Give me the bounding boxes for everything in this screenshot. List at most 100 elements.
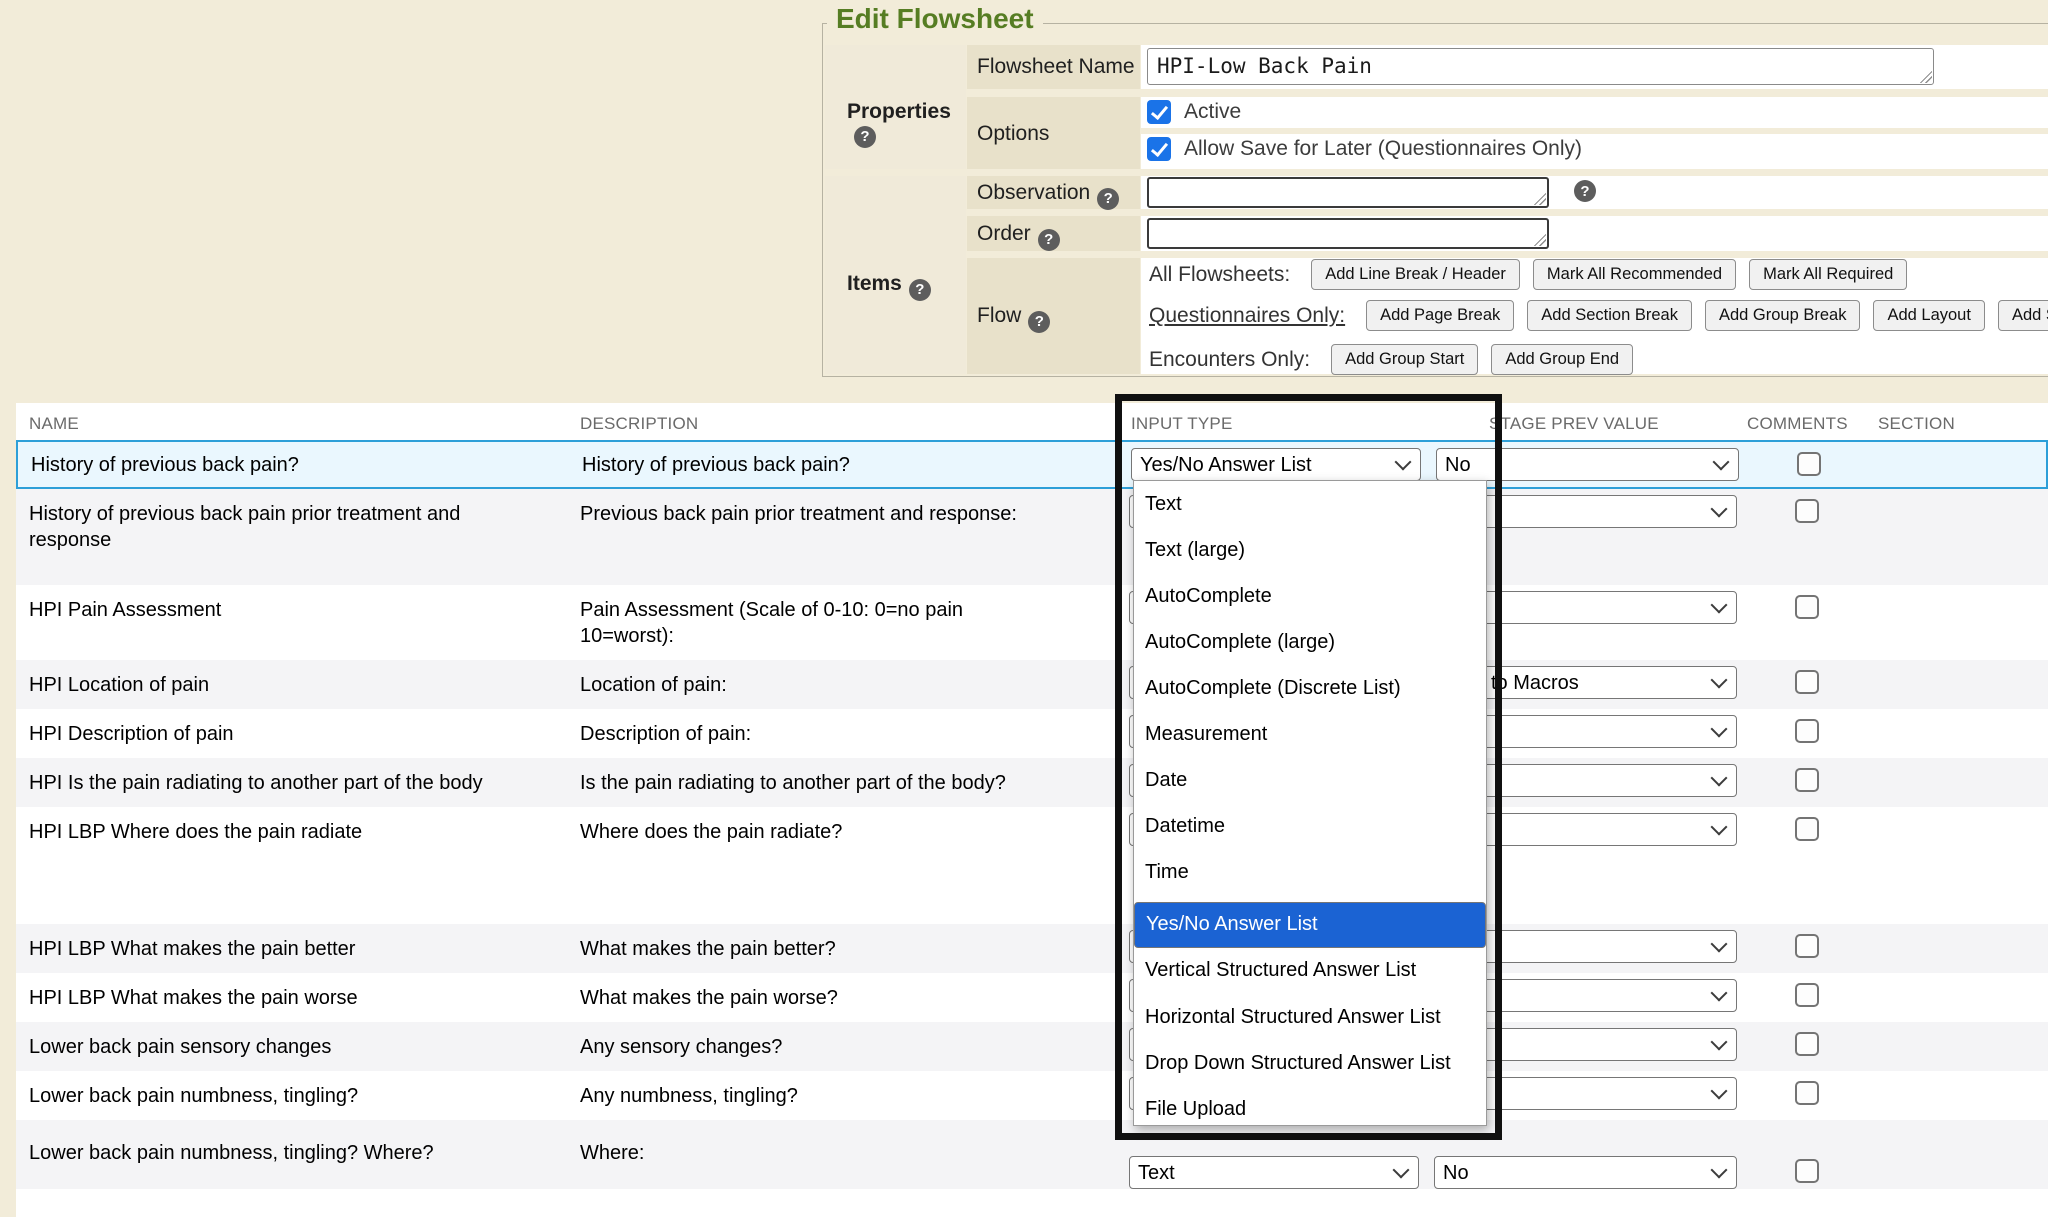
flow-action-button[interactable]: Add Group Break — [1705, 300, 1861, 331]
flow-group-label: All Flowsheets: — [1149, 263, 1290, 287]
table-row[interactable]: History of previous back pain prior trea… — [16, 489, 2048, 585]
section-cell — [1870, 758, 2048, 807]
item-name: HPI LBP Where does the pain radiate — [16, 807, 570, 924]
item-description: What makes the pain worse? — [570, 973, 1120, 1022]
column-header: NAME — [16, 403, 570, 440]
items-table: NAMEDESCRIPTIONINPUT TYPESTAGE PREV VALU… — [16, 403, 2048, 1217]
comments-checkbox[interactable] — [1795, 499, 1819, 523]
stage-prev-value-select[interactable]: No — [1434, 1156, 1737, 1189]
comments-checkbox[interactable] — [1795, 817, 1819, 841]
flow-group-label: Questionnaires Only: — [1149, 304, 1345, 328]
item-description: Previous back pain prior treatment and r… — [570, 489, 1120, 585]
chevron-down-icon — [1711, 501, 1728, 518]
flow-action-button[interactable]: Add Scriptlet — [1998, 300, 2048, 331]
item-description: Any numbness, tingling? — [570, 1071, 1120, 1120]
flow-action-button[interactable]: Add Group Start — [1331, 344, 1478, 375]
dropdown-option[interactable]: Text — [1134, 481, 1486, 527]
chevron-down-icon — [1711, 819, 1728, 836]
table-row[interactable]: HPI Location of pain Location of pain: t… — [16, 660, 2048, 709]
item-name: HPI Is the pain radiating to another par… — [16, 758, 570, 807]
input-type-select[interactable]: Yes/No Answer List — [1131, 448, 1421, 481]
comments-checkbox[interactable] — [1797, 452, 1821, 476]
flow-action-button[interactable]: Add Group End — [1491, 344, 1633, 375]
chevron-down-icon — [1711, 672, 1728, 689]
flow-action-button[interactable]: Mark All Recommended — [1533, 259, 1736, 290]
item-name: HPI Description of pain — [16, 709, 570, 758]
table-row[interactable]: Lower back pain sensory changes Any sens… — [16, 1022, 2048, 1071]
chevron-down-icon — [1711, 1162, 1728, 1179]
flow-label: Flow — [977, 304, 1021, 327]
help-icon[interactable] — [1028, 311, 1050, 333]
table-row[interactable]: HPI LBP Where does the pain radiate Wher… — [16, 807, 2048, 924]
column-header: STAGE PREV VALUE — [1432, 403, 1742, 440]
help-icon[interactable] — [854, 126, 876, 148]
table-row[interactable]: HPI Description of pain Description of p… — [16, 709, 2048, 758]
flow-button-group: Encounters Only: Add Group StartAdd Grou… — [1149, 344, 1633, 375]
dropdown-option[interactable]: Vertical Structured Answer List — [1134, 948, 1486, 994]
dropdown-option[interactable]: AutoComplete — [1134, 573, 1486, 619]
comments-checkbox[interactable] — [1795, 768, 1819, 792]
active-label: Active — [1184, 100, 1241, 124]
help-icon[interactable] — [1097, 188, 1119, 210]
table-row[interactable]: HPI Pain Assessment Pain Assessment (Sca… — [16, 585, 2048, 660]
flow-action-button[interactable]: Add Layout — [1873, 300, 1984, 331]
chevron-down-icon — [1711, 770, 1728, 787]
dropdown-option[interactable]: AutoComplete (Discrete List) — [1134, 665, 1486, 711]
comments-checkbox[interactable] — [1795, 670, 1819, 694]
table-header: NAMEDESCRIPTIONINPUT TYPESTAGE PREV VALU… — [16, 403, 2048, 440]
chevron-down-icon — [1713, 454, 1730, 471]
dropdown-option[interactable]: Date — [1134, 758, 1486, 804]
comments-checkbox[interactable] — [1795, 719, 1819, 743]
flowsheet-name-input[interactable]: HPI-Low Back Pain — [1147, 48, 1934, 85]
section-cell — [1870, 1022, 2048, 1071]
item-description: Location of pain: — [570, 660, 1120, 709]
stage-prev-value-select[interactable]: No — [1436, 448, 1739, 481]
comments-checkbox[interactable] — [1795, 1081, 1819, 1105]
comments-checkbox[interactable] — [1795, 983, 1819, 1007]
item-name: Lower back pain sensory changes — [16, 1022, 570, 1071]
properties-section-label: Properties — [825, 45, 966, 169]
input-type-select[interactable]: Text — [1129, 1156, 1419, 1189]
table-row[interactable]: HPI Is the pain radiating to another par… — [16, 758, 2048, 807]
dropdown-option[interactable]: Drop Down Structured Answer List — [1134, 1040, 1486, 1086]
table-row[interactable]: HPI LBP What makes the pain better What … — [16, 924, 2048, 973]
active-checkbox[interactable] — [1147, 100, 1171, 124]
dropdown-option[interactable]: File Upload — [1134, 1086, 1486, 1126]
table-row[interactable]: Lower back pain numbness, tingling? Any … — [16, 1071, 2048, 1120]
edit-flowsheet-panel: Edit Flowsheet Properties Items Flowshee… — [822, 23, 2048, 377]
item-description: History of previous back pain? — [572, 442, 1122, 487]
table-row[interactable]: History of previous back pain? History o… — [16, 440, 2048, 489]
flow-action-button[interactable]: Add Line Break / Header — [1311, 259, 1520, 290]
comments-checkbox[interactable] — [1795, 1032, 1819, 1056]
order-input[interactable] — [1147, 218, 1549, 249]
section-cell — [1870, 489, 2048, 585]
flow-action-button[interactable]: Add Section Break — [1527, 300, 1692, 331]
observation-input[interactable] — [1147, 177, 1549, 208]
section-cell — [1870, 585, 2048, 660]
dropdown-option[interactable]: AutoComplete (large) — [1134, 619, 1486, 665]
dropdown-option[interactable]: Yes/No Answer List — [1134, 902, 1486, 948]
allow-save-label: Allow Save for Later (Questionnaires Onl… — [1184, 137, 1582, 161]
table-row[interactable]: Lower back pain numbness, tingling? Wher… — [16, 1120, 2048, 1189]
comments-checkbox[interactable] — [1795, 1159, 1819, 1183]
dropdown-option[interactable]: Measurement — [1134, 711, 1486, 757]
order-label: Order — [977, 222, 1031, 245]
comments-checkbox[interactable] — [1795, 934, 1819, 958]
dropdown-option[interactable]: Datetime — [1134, 804, 1486, 850]
flow-action-button[interactable]: Add Page Break — [1366, 300, 1514, 331]
dropdown-option[interactable]: Text (large) — [1134, 527, 1486, 573]
flow-action-button[interactable]: Mark All Required — [1749, 259, 1907, 290]
allow-save-checkbox[interactable] — [1147, 137, 1171, 161]
panel-title: Edit Flowsheet — [827, 3, 1043, 35]
help-icon[interactable] — [1038, 229, 1060, 251]
dropdown-option[interactable]: Horizontal Structured Answer List — [1134, 994, 1486, 1040]
items-label: Items — [847, 272, 902, 295]
help-icon[interactable] — [909, 279, 931, 301]
dropdown-option[interactable]: Time — [1134, 850, 1486, 896]
order-label-cell: Order — [967, 216, 1140, 251]
comments-checkbox[interactable] — [1795, 595, 1819, 619]
help-icon[interactable] — [1574, 180, 1596, 202]
flowsheet-name-cell: HPI-Low Back Pain — [1141, 45, 2048, 89]
item-name: Lower back pain numbness, tingling? — [16, 1071, 570, 1120]
table-row[interactable]: HPI LBP What makes the pain worse What m… — [16, 973, 2048, 1022]
